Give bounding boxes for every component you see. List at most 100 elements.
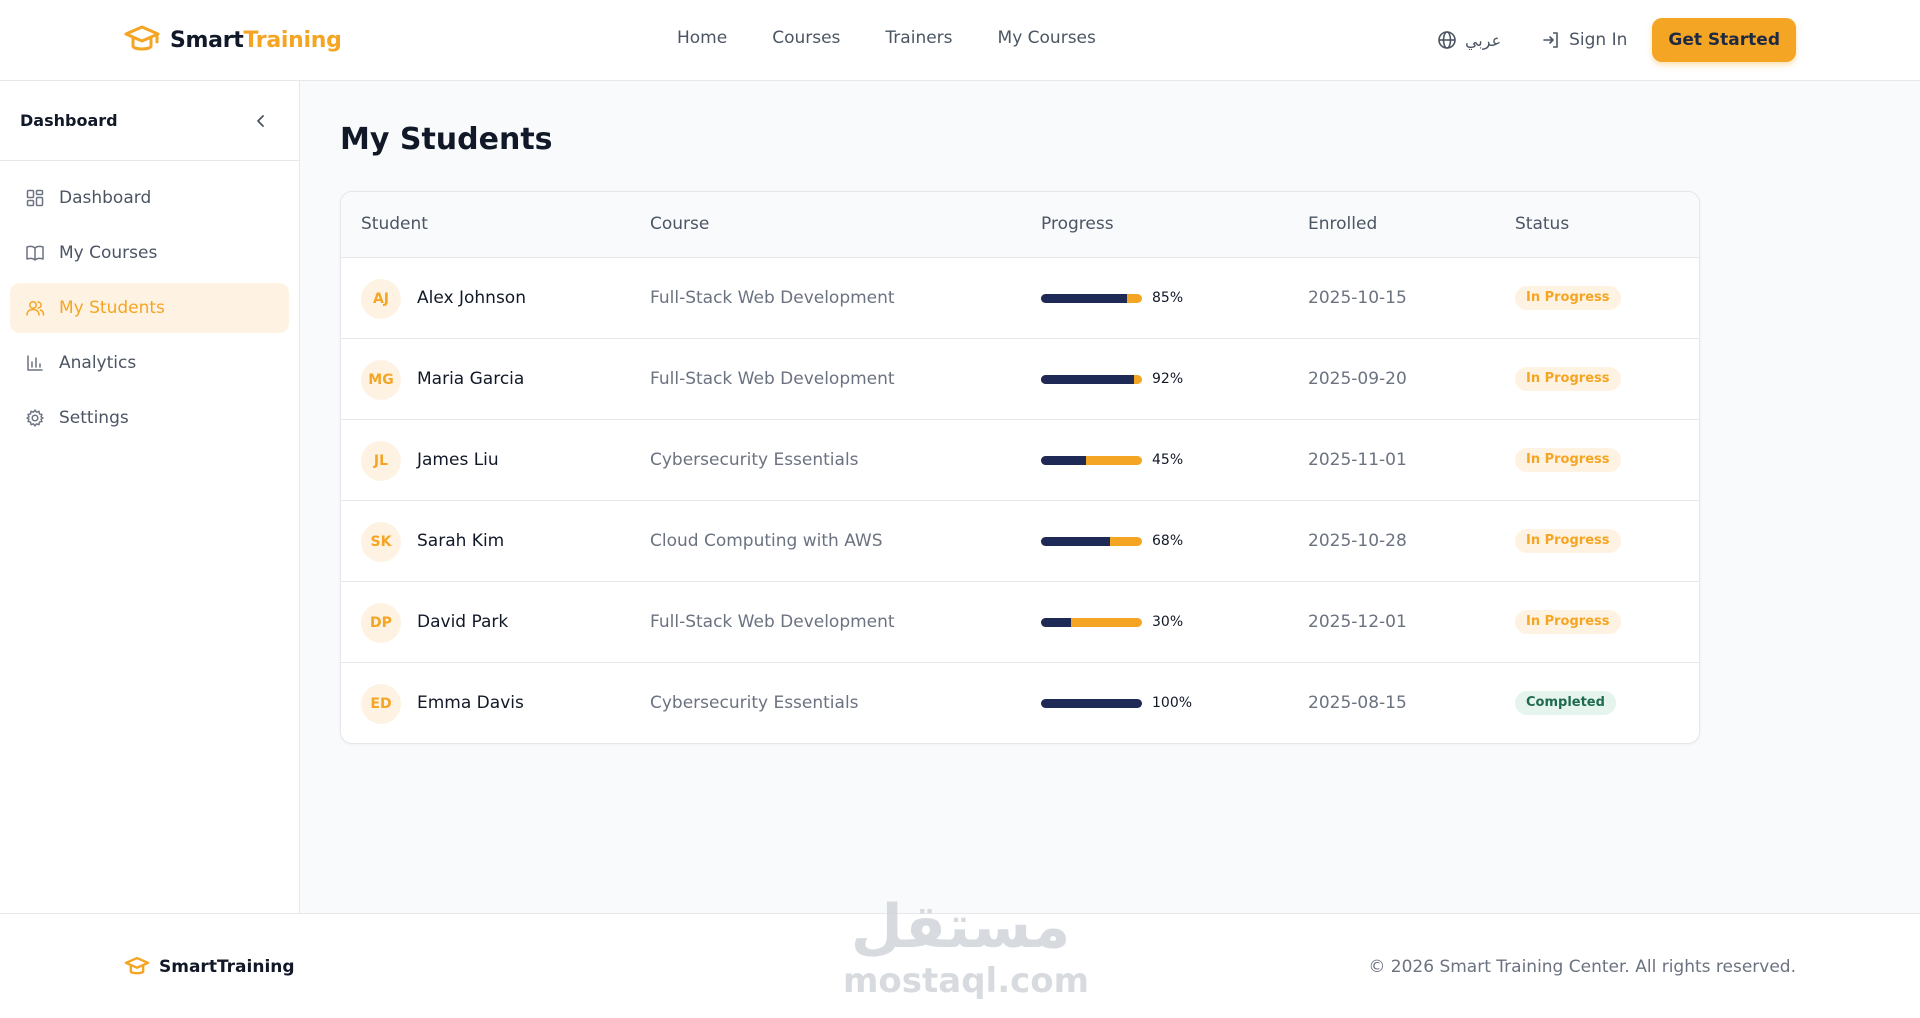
- table-row[interactable]: SK Sarah Kim Cloud Computing with AWS 68…: [341, 501, 1699, 582]
- column-header-status: Status: [1515, 214, 1570, 234]
- student-name: Emma Davis: [417, 693, 524, 713]
- progress-fill: [1041, 537, 1110, 546]
- brand-name: SmartTraining: [170, 28, 342, 53]
- students-table: Student Course Progress Enrolled Status …: [340, 191, 1700, 744]
- progress-percent: 100%: [1152, 695, 1193, 711]
- progress-fill: [1041, 375, 1134, 384]
- progress-percent: 68%: [1152, 533, 1184, 549]
- sign-in-label: Sign In: [1569, 30, 1628, 50]
- status-badge: In Progress: [1515, 367, 1621, 391]
- enrolled-date: 2025-10-15: [1308, 288, 1407, 308]
- status-badge: Completed: [1515, 691, 1616, 715]
- status-badge: In Progress: [1515, 286, 1621, 310]
- enrolled-date: 2025-10-28: [1308, 531, 1407, 551]
- student-name: David Park: [417, 612, 509, 632]
- sidebar-item-settings[interactable]: Settings: [10, 393, 289, 443]
- student-name: Alex Johnson: [417, 288, 526, 308]
- avatar: SK: [361, 522, 401, 562]
- avatar: ED: [361, 684, 401, 724]
- sidebar-item-label: My Students: [59, 298, 165, 318]
- status-badge: In Progress: [1515, 610, 1621, 634]
- student-name: James Liu: [417, 450, 499, 470]
- sign-in-icon: [1543, 32, 1558, 48]
- status-badge: In Progress: [1515, 529, 1621, 553]
- course-name: Cloud Computing with AWS: [650, 531, 883, 551]
- watermark: مستقل mostaql.com: [843, 892, 1090, 1001]
- sign-in-button[interactable]: Sign In: [1541, 30, 1627, 50]
- copyright-text: © 2026 Smart Training Center. All rights…: [1368, 957, 1796, 977]
- graduation-cap-icon: [124, 956, 150, 975]
- watermark-text: mostaql.com: [843, 961, 1090, 1001]
- progress-bar: [1041, 618, 1142, 627]
- book-icon: [26, 245, 44, 261]
- enrolled-date: 2025-09-20: [1308, 369, 1407, 389]
- progress-fill: [1041, 456, 1087, 465]
- page-title: My Students: [340, 122, 553, 157]
- sidebar-item-my-courses[interactable]: My Courses: [10, 228, 289, 278]
- course-name: Full-Stack Web Development: [650, 369, 895, 389]
- graduation-cap-icon: [124, 25, 160, 51]
- sidebar-menu: Dashboard My Courses My Students Analyti…: [0, 161, 299, 460]
- brand-logo[interactable]: SmartTraining: [124, 24, 342, 56]
- dashboard-icon: [26, 189, 44, 207]
- table-row[interactable]: AJ Alex Johnson Full-Stack Web Developme…: [341, 258, 1699, 339]
- footer-brand[interactable]: SmartTraining: [124, 956, 295, 978]
- avatar: DP: [361, 603, 401, 643]
- chart-icon: [27, 355, 43, 371]
- progress-percent: 45%: [1152, 452, 1184, 468]
- column-header-student: Student: [361, 214, 428, 234]
- sidebar-item-my-students[interactable]: My Students: [10, 283, 289, 333]
- sidebar-title: Dashboard: [20, 111, 118, 130]
- footer: SmartTraining مستقل mostaql.com © 2026 S…: [0, 892, 1920, 1018]
- nav-home[interactable]: Home: [677, 28, 727, 48]
- table-row[interactable]: JL James Liu Cybersecurity Essentials 45…: [341, 420, 1699, 501]
- sidebar-item-label: Settings: [59, 408, 129, 428]
- progress-fill: [1041, 294, 1127, 303]
- sidebar: Dashboard Dashboard My Courses My Studen…: [0, 81, 300, 913]
- nav-courses[interactable]: Courses: [772, 28, 840, 48]
- progress-bar: [1041, 699, 1142, 708]
- progress-percent: 30%: [1152, 614, 1184, 630]
- progress-percent: 85%: [1152, 290, 1184, 306]
- brand-name-part2: Training: [243, 27, 342, 53]
- course-name: Full-Stack Web Development: [650, 612, 895, 632]
- avatar: AJ: [361, 279, 401, 319]
- progress-fill: [1041, 699, 1142, 708]
- top-navbar: SmartTraining Home Courses Trainers My C…: [0, 0, 1920, 81]
- gear-icon: [26, 409, 44, 427]
- table-header: Student Course Progress Enrolled Status: [341, 192, 1699, 258]
- progress-percent: 92%: [1152, 371, 1184, 387]
- sidebar-header: Dashboard: [0, 81, 299, 161]
- enrolled-date: 2025-12-01: [1308, 612, 1407, 632]
- progress-bar: [1041, 294, 1142, 303]
- sidebar-item-analytics[interactable]: Analytics: [10, 338, 289, 388]
- course-name: Cybersecurity Essentials: [650, 693, 859, 713]
- language-label: عربي: [1464, 30, 1502, 50]
- nav-my-courses[interactable]: My Courses: [998, 28, 1096, 48]
- student-name: Sarah Kim: [417, 531, 505, 551]
- sidebar-item-label: My Courses: [59, 243, 158, 263]
- progress-bar: [1041, 375, 1142, 384]
- header-actions: عربي Sign In Get Started: [1437, 18, 1796, 62]
- column-header-progress: Progress: [1041, 214, 1114, 234]
- sidebar-item-label: Dashboard: [59, 188, 152, 208]
- globe-icon: [1438, 31, 1456, 49]
- main-nav: Home Courses Trainers My Courses: [677, 28, 1141, 48]
- table-row[interactable]: ED Emma Davis Cybersecurity Essentials 1…: [341, 663, 1699, 743]
- avatar: JL: [361, 441, 401, 481]
- chevron-left-icon[interactable]: [253, 113, 269, 129]
- get-started-button[interactable]: Get Started: [1652, 18, 1796, 62]
- users-icon: [26, 301, 45, 316]
- avatar: MG: [361, 360, 401, 400]
- table-row[interactable]: MG Maria Garcia Full-Stack Web Developme…: [341, 339, 1699, 420]
- course-name: Full-Stack Web Development: [650, 288, 895, 308]
- nav-trainers[interactable]: Trainers: [885, 28, 952, 48]
- table-row[interactable]: DP David Park Full-Stack Web Development…: [341, 582, 1699, 663]
- language-toggle[interactable]: عربي: [1437, 30, 1501, 50]
- column-header-enrolled: Enrolled: [1308, 214, 1378, 234]
- sidebar-item-dashboard[interactable]: Dashboard: [10, 173, 289, 223]
- course-name: Cybersecurity Essentials: [650, 450, 859, 470]
- progress-bar: [1041, 456, 1142, 465]
- enrolled-date: 2025-08-15: [1308, 693, 1407, 713]
- progress-fill: [1041, 618, 1072, 627]
